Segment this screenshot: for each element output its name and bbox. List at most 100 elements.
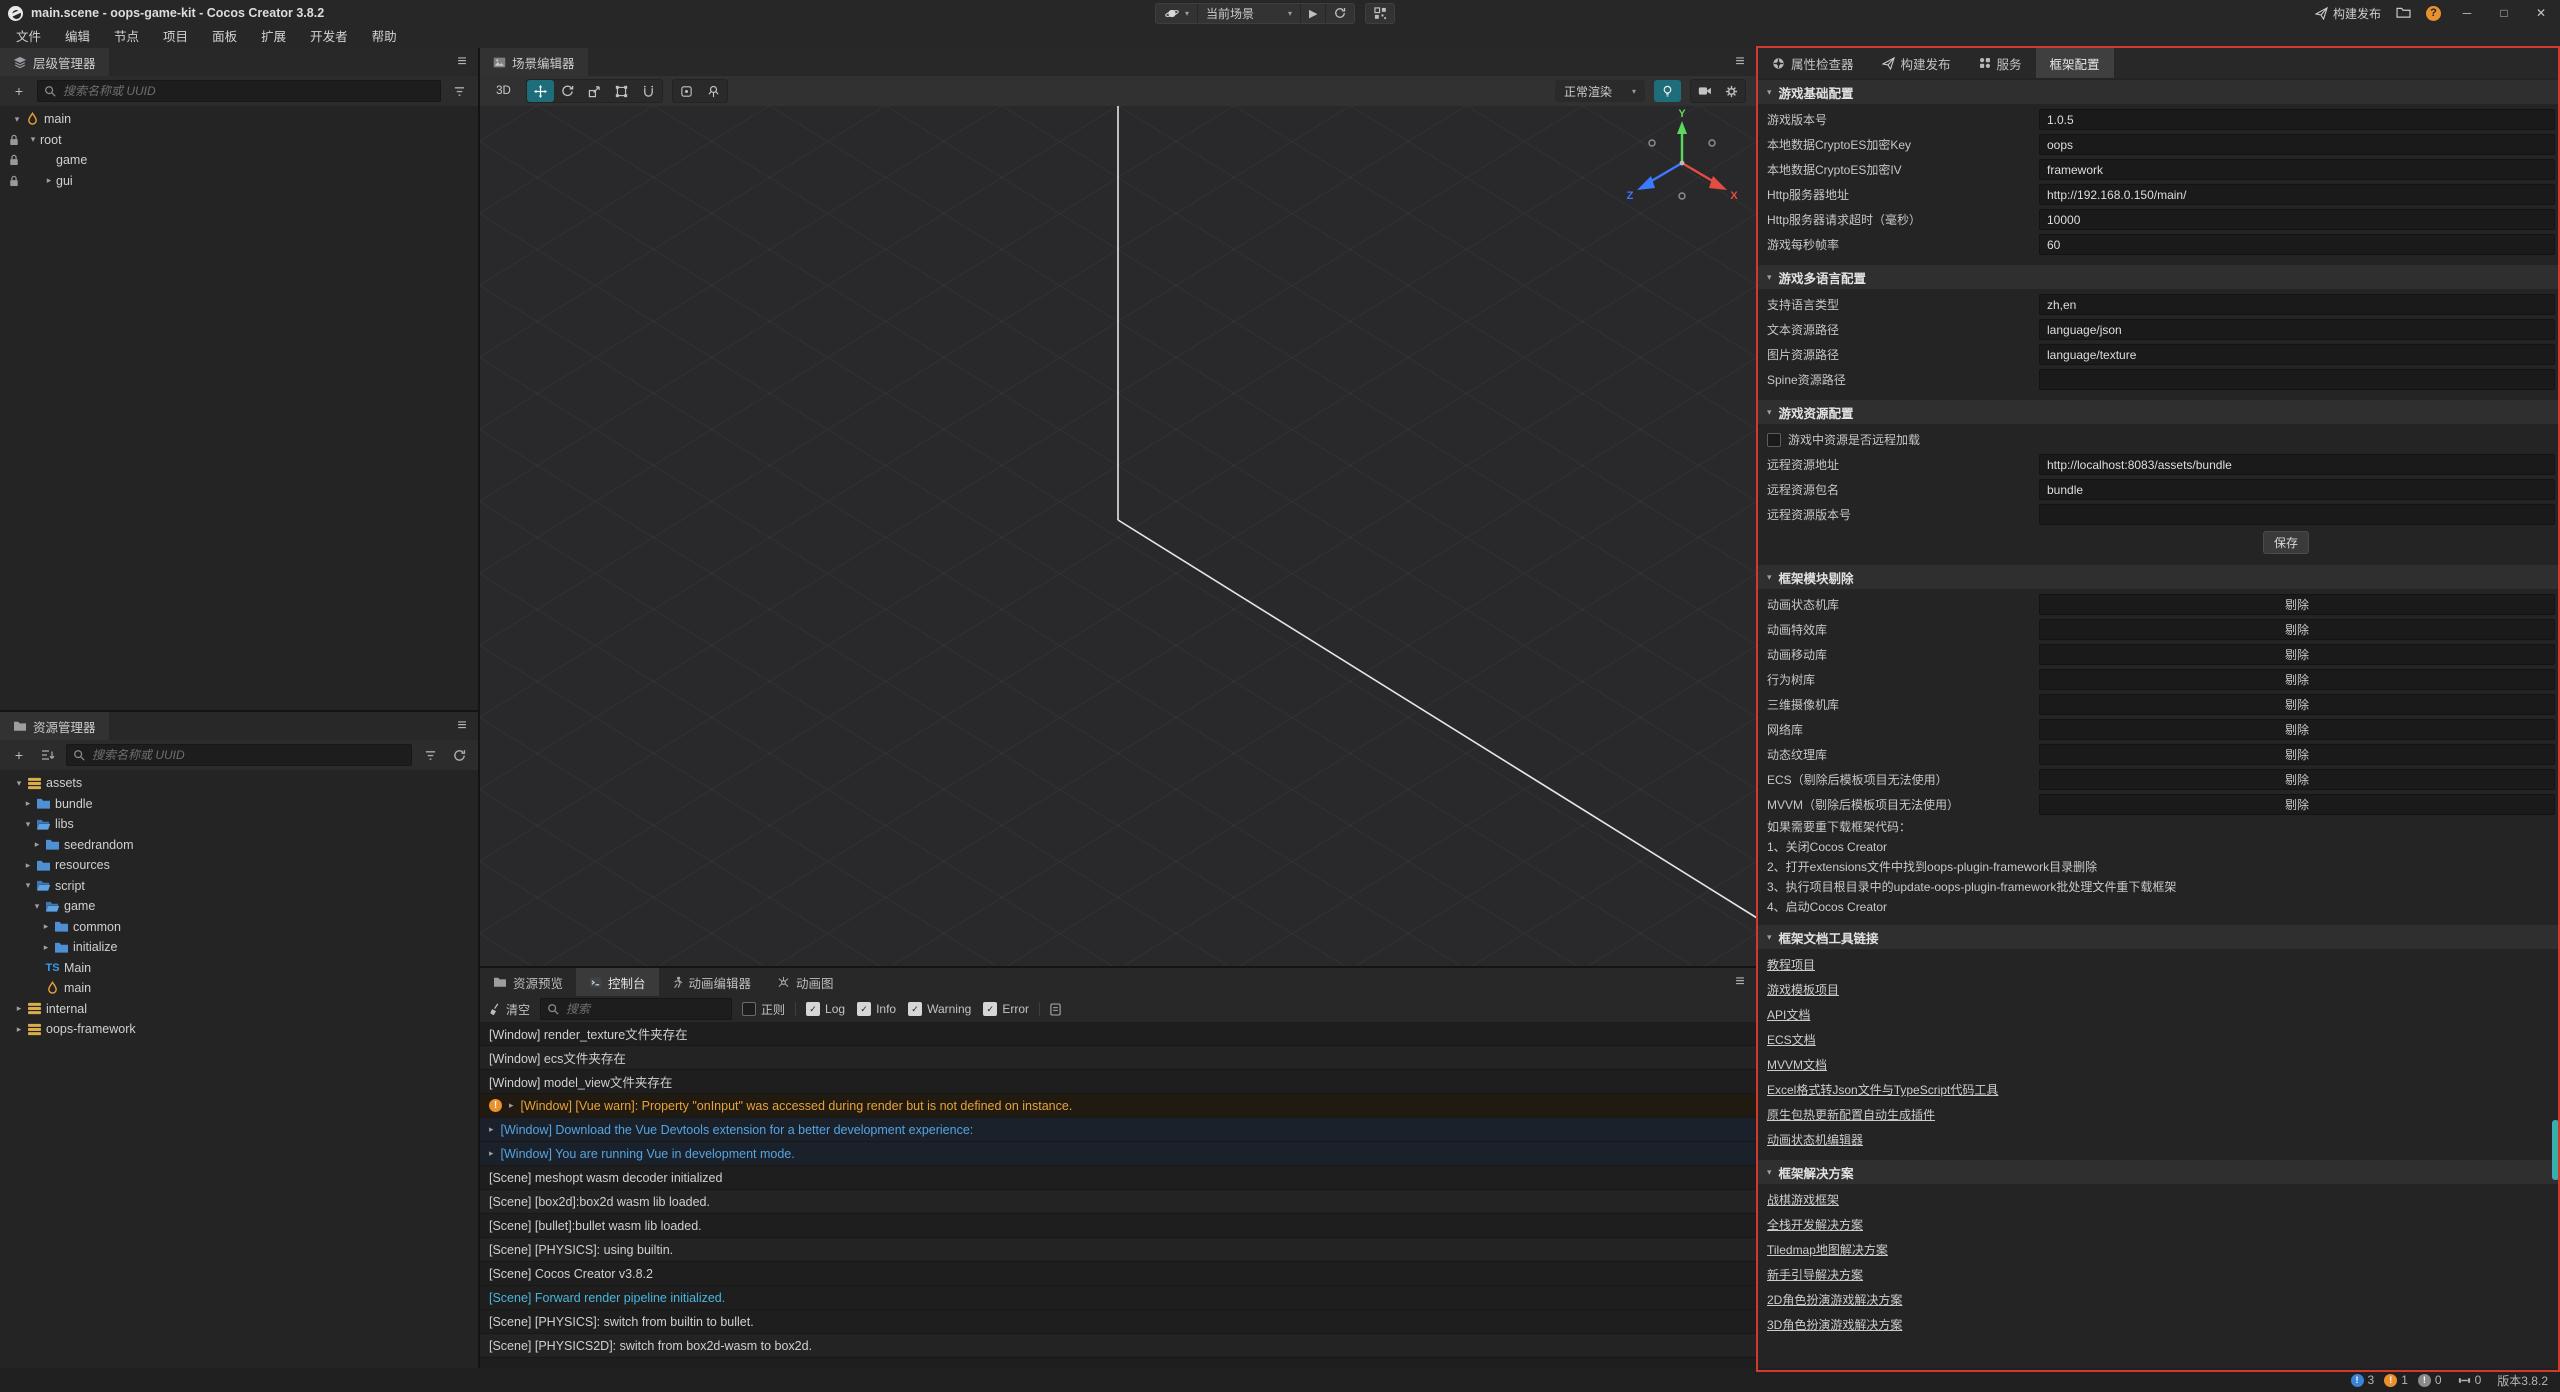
scene-settings-button[interactable] [1718, 80, 1745, 102]
regex-checkbox[interactable]: 正则 [742, 1001, 785, 1018]
expand-open-icon[interactable]: ▾ [21, 880, 35, 891]
assets-sort-icon[interactable] [37, 745, 59, 765]
save-button[interactable]: 保存 [2263, 531, 2309, 554]
log-row[interactable]: [Scene] Forward render pipeline initiali… [480, 1286, 1756, 1310]
menu-item-8[interactable]: 帮助 [360, 26, 409, 48]
expand-closed-icon[interactable]: ▸ [21, 860, 35, 871]
asset-node-row[interactable]: ▸initialize [0, 937, 478, 958]
menu-item-5[interactable]: 面板 [200, 26, 249, 48]
field-input[interactable] [2039, 319, 2555, 340]
log-row[interactable]: [Scene] [bullet]:bullet wasm lib loaded. [480, 1214, 1756, 1238]
filter-checkbox-info[interactable]: ✓Info [857, 1002, 896, 1016]
section-header[interactable]: ▾框架模块剔除 [1758, 565, 2560, 589]
message-counter-1[interactable]: !3 [2351, 1373, 2375, 1387]
assets-refresh-icon[interactable] [448, 745, 470, 765]
rotate-tool-button[interactable] [554, 80, 581, 102]
expand-open-icon[interactable]: ▾ [10, 114, 24, 125]
coordinate-toggle-button[interactable] [700, 80, 727, 102]
checkbox-checked-icon[interactable]: ✓ [983, 1002, 997, 1016]
message-counter-3[interactable]: !0 [2418, 1373, 2442, 1387]
log-row[interactable]: ▸[Window] Download the Vue Devtools exte… [480, 1118, 1756, 1142]
field-input[interactable] [2039, 159, 2555, 180]
expand-open-icon[interactable]: ▾ [12, 778, 26, 789]
asset-node-row[interactable]: ▾game [0, 896, 478, 917]
filter-checkbox-error[interactable]: ✓Error [983, 1002, 1029, 1016]
doc-link[interactable]: 新手引导解决方案 [1767, 1266, 1863, 1283]
console-clear-button[interactable]: 清空 [489, 1001, 530, 1018]
message-counter-2[interactable]: !1 [2384, 1373, 2408, 1387]
module-remove-button[interactable]: 剔除 [2039, 794, 2555, 815]
log-file-icon[interactable] [1050, 1003, 1061, 1016]
asset-node-row[interactable]: TSMain [0, 958, 478, 979]
inspector-tab-3[interactable]: 服务 [1965, 48, 2036, 78]
inspector-tab-1[interactable]: 属性检查器 [1758, 48, 1868, 78]
create-node-button[interactable]: + [8, 81, 30, 101]
lighting-toggle-button[interactable] [1654, 80, 1681, 102]
doc-link[interactable]: MVVM文档 [1767, 1056, 1827, 1073]
module-remove-button[interactable]: 剔除 [2039, 594, 2555, 615]
doc-link[interactable]: 2D角色扮演游戏解决方案 [1767, 1291, 1902, 1308]
doc-link[interactable]: Tiledmap地图解决方案 [1767, 1241, 1888, 1258]
field-input[interactable] [2039, 184, 2555, 205]
log-row[interactable]: [Window] ecs文件夹存在 [480, 1046, 1756, 1070]
menu-item-6[interactable]: 扩展 [249, 26, 298, 48]
expand-closed-icon[interactable]: ▸ [12, 1024, 26, 1035]
field-input[interactable] [2039, 209, 2555, 230]
module-remove-button[interactable]: 剔除 [2039, 719, 2555, 740]
section-header[interactable]: ▾游戏资源配置 [1758, 400, 2560, 424]
section-header[interactable]: ▾游戏基础配置 [1758, 80, 2560, 104]
log-row[interactable]: [Window] model_view文件夹存在 [480, 1070, 1756, 1094]
regex-checkbox-box[interactable] [742, 1002, 756, 1016]
asset-node-row[interactable]: ▾script [0, 876, 478, 897]
log-row[interactable]: ▸[Window] You are running Vue in develop… [480, 1142, 1756, 1166]
asset-node-row[interactable]: ▸seedrandom [0, 835, 478, 856]
expand-closed-icon[interactable]: ▸ [12, 1003, 26, 1014]
maximize-button[interactable]: □ [2493, 6, 2515, 20]
scene-canvas[interactable]: YXZ [480, 106, 1756, 966]
asset-node-row[interactable]: ▾libs [0, 814, 478, 835]
log-row[interactable]: [Scene] Cocos Creator v3.8.2 [480, 1262, 1756, 1286]
asset-node-row[interactable]: ▾assets [0, 773, 478, 794]
hierarchy-node-row[interactable]: game [0, 150, 478, 171]
scene-menu-icon[interactable]: ≡ [1724, 48, 1756, 76]
expand-open-icon[interactable]: ▾ [30, 901, 44, 912]
assets-search-input[interactable] [90, 747, 405, 763]
tab-assets[interactable]: 资源管理器 [0, 712, 109, 740]
pivot-toggle-button[interactable] [673, 80, 700, 102]
doc-link[interactable]: API文档 [1767, 1006, 1810, 1023]
log-row[interactable]: [Scene] [PHYSICS]: using builtin. [480, 1238, 1756, 1262]
dimension-toggle-button[interactable]: 3D [490, 80, 517, 102]
module-remove-button[interactable]: 剔除 [2039, 669, 2555, 690]
assets-menu-icon[interactable]: ≡ [446, 712, 478, 740]
filter-checkbox-warning[interactable]: ✓Warning [908, 1002, 971, 1016]
play-button[interactable]: ▶ [1301, 4, 1326, 23]
console-tab-1[interactable]: 资源预览 [480, 968, 576, 996]
hierarchy-node-row[interactable]: ▾main [0, 109, 478, 130]
menu-item-7[interactable]: 开发者 [298, 26, 360, 48]
create-asset-button[interactable]: + [8, 745, 30, 765]
checkbox-checked-icon[interactable]: ✓ [806, 1002, 820, 1016]
doc-link[interactable]: 战棋游戏框架 [1767, 1191, 1839, 1208]
hierarchy-menu-icon[interactable]: ≡ [446, 48, 478, 76]
help-button[interactable]: ? [2426, 6, 2441, 21]
expand-closed-icon[interactable]: ▸ [39, 921, 53, 932]
doc-link[interactable]: 游戏模板项目 [1767, 981, 1839, 998]
asset-node-row[interactable]: ▸resources [0, 855, 478, 876]
console-tab-4[interactable]: 动画图 [764, 968, 847, 996]
hierarchy-search[interactable] [37, 80, 441, 102]
preview-qr-button[interactable] [1365, 3, 1395, 24]
checkbox-checked-icon[interactable]: ✓ [857, 1002, 871, 1016]
module-remove-button[interactable]: 剔除 [2039, 644, 2555, 665]
field-input[interactable] [2039, 479, 2555, 500]
inspector-tab-4[interactable]: 框架配置 [2036, 48, 2114, 78]
section-header[interactable]: ▾框架文档工具链接 [1758, 925, 2560, 949]
expand-open-icon[interactable]: ▾ [21, 819, 35, 830]
menu-item-4[interactable]: 项目 [151, 26, 200, 48]
log-row[interactable]: [Scene] [PHYSICS2D]: switch from box2d-w… [480, 1334, 1756, 1358]
minimize-button[interactable]: ─ [2456, 6, 2478, 20]
hierarchy-node-row[interactable]: ▾root [0, 130, 478, 151]
restart-button[interactable] [1326, 4, 1354, 23]
asset-node-row[interactable]: ▸common [0, 917, 478, 938]
hierarchy-filter-icon[interactable] [448, 81, 470, 101]
module-remove-button[interactable]: 剔除 [2039, 694, 2555, 715]
